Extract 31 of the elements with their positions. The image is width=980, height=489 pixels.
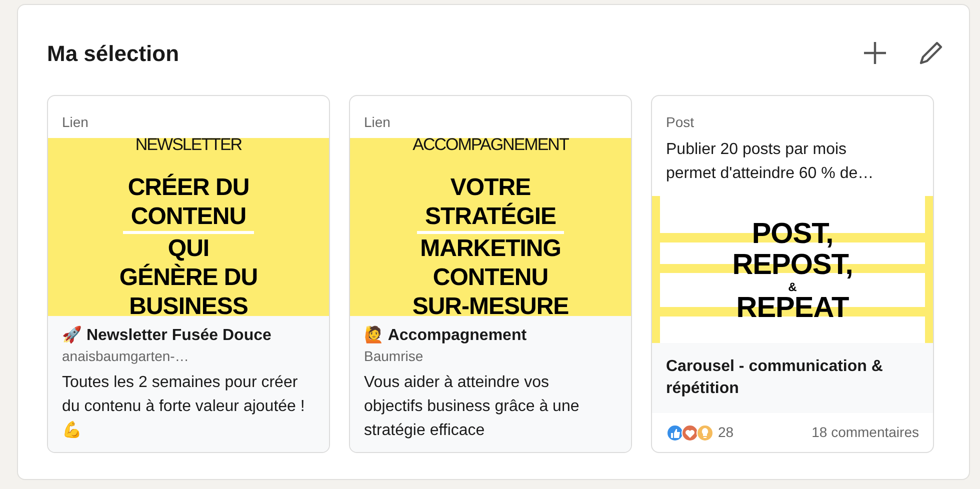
thumbnail-text: SUR-MESURE bbox=[411, 292, 570, 316]
card-source: anaisbaumgarten-… bbox=[62, 347, 190, 365]
thumbnail-text: CONTENU bbox=[122, 202, 254, 234]
thumbnail-text: VOTRE bbox=[449, 173, 532, 202]
section-title: Ma sélection bbox=[47, 40, 180, 68]
card-description: Vous aider à atteindre vos objectifs business grâce à une stratégie efficace bbox=[364, 373, 580, 441]
thumbnail-text: CRÉER DU bbox=[126, 173, 250, 202]
thumbnail-text: ACCOMPAGNEMENT bbox=[412, 138, 568, 152]
card-source: Baumrise bbox=[364, 347, 424, 365]
featured-card[interactable]: Lien NEWSLETTER CRÉER DU CONTENU QUI GÉNÈRE DU BUSINESS 🚀 Newsletter Fusée Douce anaisbaumgarten-… Toutes les 2 semaines pour créer du contenu à forte valeur ajoutée ! 💪 bbox=[47, 95, 330, 453]
edit-icon[interactable] bbox=[918, 40, 944, 66]
card-description: Toutes les 2 semaines pour créer du contenu à forte valeur ajoutée ! 💪 bbox=[62, 373, 306, 441]
thumbnail-text: CONTENU bbox=[432, 263, 550, 292]
thumbnail-text: NEWSLETTER bbox=[135, 138, 242, 152]
add-icon[interactable] bbox=[862, 40, 888, 66]
card-title: 🙋 Accompagnement bbox=[364, 325, 528, 346]
featured-card[interactable]: Lien ACCOMPAGNEMENT VOTRE STRATÉGIE MARKETING CONTENU SUR-MESURE 🙋 Accompagnement Baumrise Vous aider à atteindre vos objectifs business grâce à une stratégie efficace bbox=[349, 95, 632, 453]
thumbnail-text: QUI bbox=[166, 234, 210, 263]
post-excerpt: Publier 20 posts par mois permet d'atteindre 60 % de… bbox=[665, 140, 875, 184]
type-label: Post bbox=[665, 113, 696, 132]
thumbnail-text: & bbox=[788, 281, 797, 293]
reaction-count: 28 bbox=[718, 423, 734, 442]
comments-link[interactable]: 18 commentaires bbox=[812, 422, 919, 443]
type-label: Lien bbox=[61, 113, 90, 132]
thumbnail-text: GÉNÈRE DU bbox=[118, 263, 259, 292]
thumbnail-text: MARKETING bbox=[419, 234, 562, 263]
card-title: 🚀 Newsletter Fusée Douce bbox=[62, 325, 272, 346]
thumbnail-text: STRATÉGIE bbox=[416, 202, 564, 234]
type-label: Lien bbox=[363, 113, 392, 132]
reaction-icons[interactable] bbox=[666, 424, 714, 442]
card-title: Carousel - communication & répétition bbox=[666, 357, 884, 399]
